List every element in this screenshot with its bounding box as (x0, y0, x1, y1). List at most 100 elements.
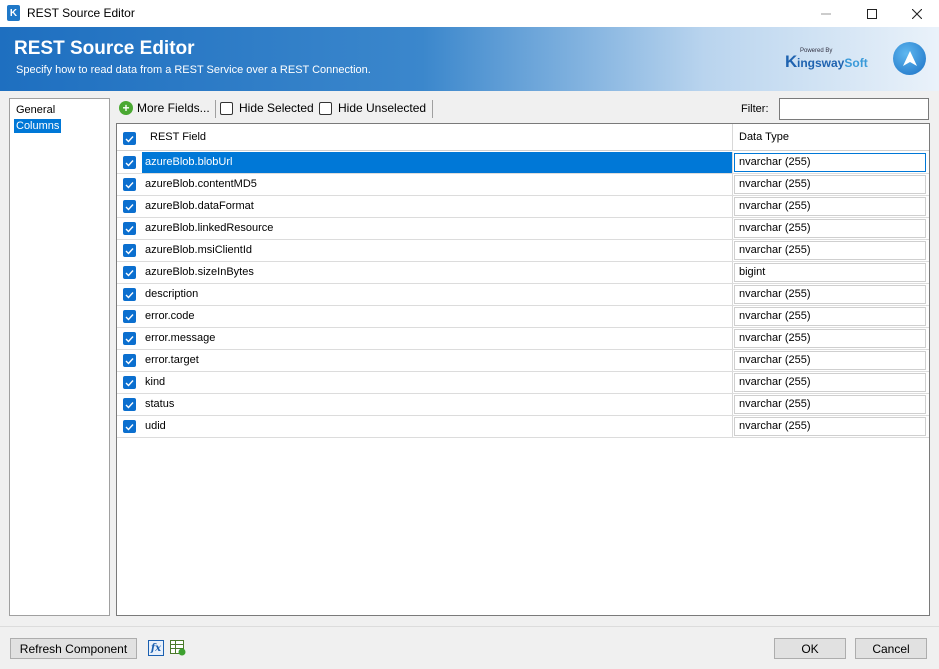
hide-unselected-checkbox[interactable]: Hide Unselected (319, 101, 426, 115)
table-row[interactable]: azureBlob.sizeInBytes bigint (117, 262, 929, 284)
data-type-cell[interactable]: nvarchar (255) (734, 395, 926, 414)
rest-field-cell[interactable]: azureBlob.msiClientId (142, 240, 732, 261)
table-row[interactable]: azureBlob.blobUrl nvarchar (255) (117, 152, 929, 174)
rest-field-cell[interactable]: azureBlob.linkedResource (142, 218, 732, 239)
data-type-cell[interactable]: nvarchar (255) (734, 197, 926, 216)
rest-field-cell[interactable]: error.target (142, 350, 732, 371)
columns-toolbar: + More Fields... Hide Selected Hide Unse… (116, 97, 931, 121)
banner-subtitle: Specify how to read data from a REST Ser… (16, 64, 371, 76)
expression-fx-icon[interactable]: fx (148, 640, 164, 656)
kingswaysoft-logo: Powered By K ingswaySoft (785, 48, 877, 72)
table-row[interactable]: azureBlob.linkedResource nvarchar (255) (117, 218, 929, 240)
refresh-component-button[interactable]: Refresh Component (10, 638, 137, 659)
cancel-button[interactable]: Cancel (855, 638, 927, 659)
checkbox-box (220, 101, 233, 115)
data-type-cell[interactable]: nvarchar (255) (734, 373, 926, 392)
row-checkbox[interactable] (123, 244, 136, 257)
table-row[interactable]: description nvarchar (255) (117, 284, 929, 306)
rest-field-cell[interactable]: error.code (142, 306, 732, 327)
select-all-checkbox[interactable] (123, 132, 136, 145)
rest-field-cell[interactable]: kind (142, 372, 732, 393)
logo-k: K (785, 52, 798, 71)
column-header-rest-field[interactable]: REST Field (150, 131, 206, 143)
row-checkbox[interactable] (123, 332, 136, 345)
data-type-cell[interactable]: nvarchar (255) (734, 241, 926, 260)
hide-selected-checkbox[interactable]: Hide Selected (220, 101, 314, 115)
data-type-cell[interactable]: nvarchar (255) (734, 219, 926, 238)
check-icon (125, 423, 134, 431)
check-icon (125, 313, 134, 321)
table-row[interactable]: kind nvarchar (255) (117, 372, 929, 394)
banner-title: REST Source Editor (14, 38, 195, 59)
ok-button[interactable]: OK (774, 638, 846, 659)
data-type-cell[interactable]: bigint (734, 263, 926, 282)
check-icon (125, 291, 134, 299)
column-divider (732, 416, 733, 437)
check-icon (125, 379, 134, 387)
table-row[interactable]: error.message nvarchar (255) (117, 328, 929, 350)
row-checkbox[interactable] (123, 222, 136, 235)
nav-item-columns[interactable]: Columns (14, 119, 62, 133)
column-divider (732, 240, 733, 261)
row-checkbox[interactable] (123, 178, 136, 191)
rest-field-cell[interactable]: azureBlob.sizeInBytes (142, 262, 732, 283)
check-icon (125, 181, 134, 189)
row-checkbox[interactable] (123, 310, 136, 323)
rest-field-cell[interactable]: azureBlob.contentMD5 (142, 174, 732, 195)
rest-field-cell[interactable]: error.message (142, 328, 732, 349)
rest-field-cell[interactable]: azureBlob.dataFormat (142, 196, 732, 217)
data-type-cell[interactable]: nvarchar (255) (734, 417, 926, 436)
row-checkbox[interactable] (123, 354, 136, 367)
more-fields-button[interactable]: + More Fields... (119, 101, 210, 115)
column-mapping-icon[interactable] (170, 640, 186, 656)
column-divider (732, 394, 733, 415)
check-icon (125, 203, 134, 211)
toolbar-separator (215, 100, 216, 118)
data-type-cell[interactable]: nvarchar (255) (734, 351, 926, 370)
rest-field-cell[interactable]: udid (142, 416, 732, 437)
row-checkbox[interactable] (123, 266, 136, 279)
check-icon (125, 269, 134, 277)
table-row[interactable]: error.code nvarchar (255) (117, 306, 929, 328)
close-button[interactable] (894, 0, 939, 27)
row-checkbox[interactable] (123, 156, 136, 169)
data-type-cell[interactable]: nvarchar (255) (734, 153, 926, 172)
more-fields-label: More Fields... (137, 101, 210, 115)
filter-input[interactable] (779, 98, 929, 120)
toolbar-separator (432, 100, 433, 118)
editor-nav-list: General Columns (9, 98, 110, 616)
check-icon (125, 159, 134, 167)
table-row[interactable]: udid nvarchar (255) (117, 416, 929, 438)
table-row[interactable]: azureBlob.contentMD5 nvarchar (255) (117, 174, 929, 196)
maximize-icon (867, 8, 877, 19)
nav-item-general[interactable]: General (14, 103, 57, 117)
table-row[interactable]: status nvarchar (255) (117, 394, 929, 416)
logo-name: ingswaySoft (797, 56, 868, 70)
data-type-cell[interactable]: nvarchar (255) (734, 175, 926, 194)
row-checkbox[interactable] (123, 420, 136, 433)
check-icon (125, 357, 134, 365)
logo-name-main: ingsway (797, 56, 845, 70)
row-checkbox[interactable] (123, 376, 136, 389)
rest-field-cell[interactable]: description (142, 284, 732, 305)
column-header-data-type[interactable]: Data Type (739, 131, 789, 143)
table-row[interactable]: azureBlob.dataFormat nvarchar (255) (117, 196, 929, 218)
minimize-button[interactable] (803, 0, 849, 27)
table-row[interactable]: error.target nvarchar (255) (117, 350, 929, 372)
hide-unselected-label: Hide Unselected (338, 101, 427, 115)
table-row[interactable]: azureBlob.msiClientId nvarchar (255) (117, 240, 929, 262)
hide-selected-label: Hide Selected (239, 101, 314, 115)
row-checkbox[interactable] (123, 398, 136, 411)
row-checkbox[interactable] (123, 200, 136, 213)
columns-grid: REST Field Data Type azureBlob.blobUrl nv… (116, 123, 930, 616)
data-type-cell[interactable]: nvarchar (255) (734, 285, 926, 304)
header-banner: REST Source Editor Specify how to read d… (0, 27, 939, 91)
window-title: REST Source Editor (27, 6, 135, 20)
maximize-button[interactable] (849, 0, 895, 27)
row-checkbox[interactable] (123, 288, 136, 301)
data-type-cell[interactable]: nvarchar (255) (734, 329, 926, 348)
title-bar: K REST Source Editor (0, 0, 939, 27)
rest-field-cell[interactable]: azureBlob.blobUrl (142, 152, 732, 173)
rest-field-cell[interactable]: status (142, 394, 732, 415)
data-type-cell[interactable]: nvarchar (255) (734, 307, 926, 326)
